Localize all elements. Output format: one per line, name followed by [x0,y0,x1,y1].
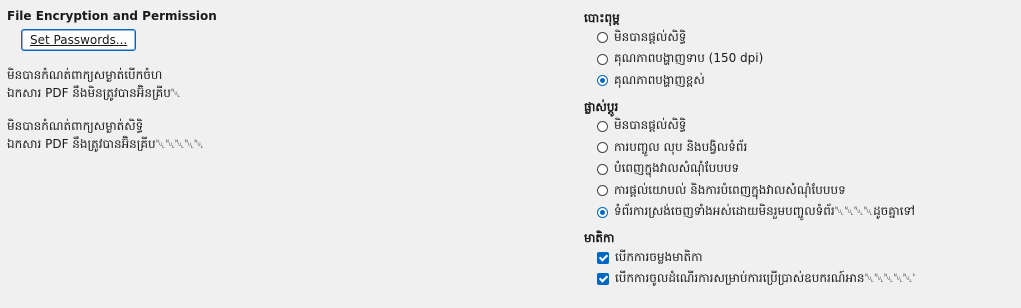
content-option-enable-accessibility[interactable]: បើកការចូលដំណើរការសម្រាប់ការប្រើប្រាស់ឧបក… [584,269,1014,291]
radio-button[interactable] [597,142,608,154]
printing-option-not-permitted[interactable]: មិនបានផ្តល់សិទ្ធិ [584,27,1014,49]
permission-password-status-line1: មិនបានកំណត់ពាក្យសម្ងាត់សិទ្ធិ [7,119,144,133]
option-label: ការផ្តល់យោបល់ និងការបំពេញក្នុងវាលសំណុំបែ… [614,182,846,197]
radio-button[interactable] [597,53,608,65]
printing-group-title: បោះពុម្ព [584,11,620,25]
printing-option-high-resolution[interactable]: គុណភាពបង្ហាញខ្ពស់ [584,70,1014,92]
option-label: មិនបានផ្តល់សិទ្ធិ [614,118,687,133]
checkbox-checked[interactable] [597,273,609,286]
option-label: គុណភាពបង្ហាញខ្ពស់ [614,72,705,87]
radio-button[interactable] [597,32,608,44]
permission-password-status: មិនបានកំណត់ពាក្យសម្ងាត់សិទ្ធិ ឯកសារ PDF … [7,117,507,153]
encryption-panel: File Encryption and Permission Set Passw… [7,9,507,153]
set-passwords-button[interactable]: Set Passwords... [21,29,137,51]
printing-option-low-resolution[interactable]: គុណភាពបង្ហាញទាប (150 dpi) [584,49,1014,71]
changes-option-any-except-extracting[interactable]: ទំព័រការស្រង់ចេញទាំងអស់ដោយមិនរួមបញ្ចូលទំ… [584,202,1014,224]
radio-button-selected[interactable] [597,75,608,87]
radio-button[interactable] [597,163,608,175]
radio-button-selected[interactable] [597,206,608,218]
set-passwords-label: Set Passwords... [30,33,128,47]
radio-button[interactable] [597,120,608,132]
changes-group-title: ផ្លាស់ប្តូរ [584,99,619,114]
checkbox-checked[interactable] [597,251,609,264]
changes-option-not-permitted[interactable]: មិនបានផ្តល់សិទ្ធិ [584,116,1014,138]
permission-password-status-line2: ឯកសារ PDF នឹងត្រូវបានអ៊ិនគ្រីប␀␀␀␀␀ [7,137,204,151]
open-password-status-line2: ឯកសារ PDF នឹងមិនត្រូវបានអ៊ិនគ្រីប␀ [7,86,181,100]
option-label: គុណភាពបង្ហាញទាប (150 dpi) [614,51,764,66]
changes-option-comment-fill-forms[interactable]: ការផ្តល់យោបល់ និងការបំពេញក្នុងវាលសំណុំបែ… [584,180,1014,202]
content-option-enable-copy[interactable]: បើកការចម្លងមាតិកា [584,247,1014,269]
option-label: បើកការចូលដំណើរការសម្រាប់ការប្រើប្រាស់ឧបក… [615,271,915,286]
option-label: ការបញ្ចូល លុប និងបង្វិលទំព័រ [614,139,748,154]
radio-button[interactable] [597,185,608,197]
permissions-panel: បោះពុម្ព មិនបានផ្តល់សិទ្ធិ គុណភាពបង្ហាញទ… [584,9,1014,290]
content-group-title: មាតិកា [584,231,615,245]
changes-option-fill-forms[interactable]: បំពេញក្នុងវាលសំណុំបែបបទ [584,159,1014,181]
option-label: មិនបានផ្តល់សិទ្ធិ [614,29,687,44]
option-label: បើកការចម្លងមាតិកា [615,249,703,264]
option-label: បំពេញក្នុងវាលសំណុំបែបបទ [614,161,740,176]
open-password-status-line1: មិនបានកំណត់ពាក្យសម្ងាត់បើកចំហ [7,68,163,82]
open-password-status: មិនបានកំណត់ពាក្យសម្ងាត់បើកចំហ ឯកសារ PDF … [7,66,507,102]
option-label: ទំព័រការស្រង់ចេញទាំងអស់ដោយមិនរួមបញ្ចូលទំ… [614,204,914,219]
encryption-section-title: File Encryption and Permission [7,9,217,23]
changes-option-insert-delete-rotate[interactable]: ការបញ្ចូល លុប និងបង្វិលទំព័រ [584,137,1014,159]
